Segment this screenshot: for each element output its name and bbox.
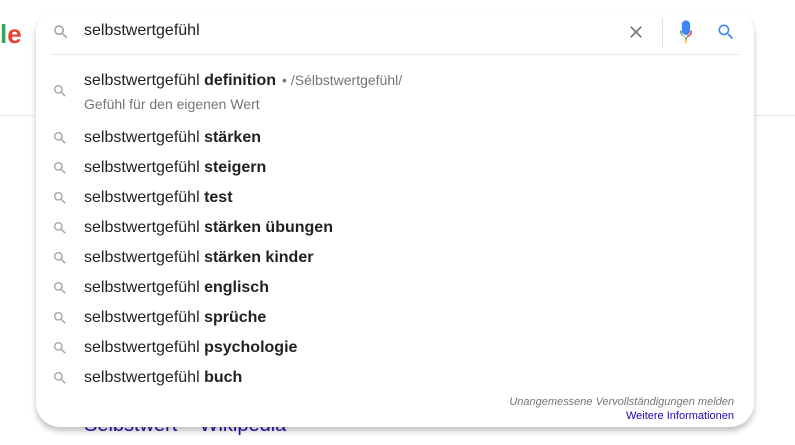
search-submit-icon[interactable] bbox=[716, 22, 736, 42]
suggestion-prefix: selbstwertgefühl bbox=[84, 339, 205, 356]
suggestion-completion: steigern bbox=[204, 159, 267, 176]
search-icon bbox=[54, 312, 66, 324]
suggestion-definition[interactable]: selbstwertgefühl definition • /Sélbstwert… bbox=[36, 65, 754, 121]
search-icon bbox=[54, 252, 66, 264]
suggestion-text: selbstwertgefühl buch bbox=[84, 368, 242, 388]
suggestion-prefix: selbstwertgefühl bbox=[84, 249, 205, 266]
suggestion-completion: englisch bbox=[204, 279, 269, 296]
suggestion-prefix: selbstwertgefühl bbox=[84, 159, 205, 176]
suggestion-text: selbstwertgefühl definition • /Sélbstwert… bbox=[84, 70, 402, 91]
suggestion-prefix: selbstwertgefühl bbox=[84, 219, 205, 236]
suggestion-englisch[interactable]: selbstwertgefühl englisch bbox=[36, 273, 754, 303]
more-info-link[interactable]: Weitere Informationen bbox=[626, 410, 734, 422]
logo-letter-e: e bbox=[7, 19, 22, 49]
suggestion-staerken-uebungen[interactable]: selbstwertgefühl stärken übungen bbox=[36, 213, 754, 243]
suggestion-text: selbstwertgefühl test bbox=[84, 188, 233, 208]
suggestion-staerken-kinder[interactable]: selbstwertgefühl stärken kinder bbox=[36, 243, 754, 273]
search-input[interactable]: selbstwertgefühl bbox=[84, 20, 200, 42]
suggestion-text: selbstwertgefühl stärken übungen bbox=[84, 218, 333, 238]
suggestion-text: selbstwertgefühl psychologie bbox=[84, 338, 297, 358]
suggestion-prefix: selbstwertgefühl bbox=[84, 72, 205, 89]
report-predictions-link[interactable]: Unangemessene Vervollständigungen melden bbox=[509, 396, 734, 408]
suggestion-completion: psychologie bbox=[204, 339, 298, 356]
suggestion-text: selbstwertgefühl steigern bbox=[84, 158, 266, 178]
suggestion-prefix: selbstwertgefühl bbox=[84, 189, 205, 206]
suggestion-staerken[interactable]: selbstwertgefühl stärken bbox=[36, 123, 754, 153]
suggestion-prefix: selbstwertgefühl bbox=[84, 369, 205, 386]
search-icon bbox=[54, 85, 66, 97]
search-icon bbox=[54, 372, 66, 384]
suggestion-completion: stärken kinder bbox=[204, 249, 314, 266]
search-icon bbox=[54, 25, 68, 39]
close-icon[interactable] bbox=[626, 22, 646, 42]
search-divider bbox=[50, 54, 740, 55]
suggestion-text: selbstwertgefühl sprüche bbox=[84, 308, 266, 328]
suggestion-text: selbstwertgefühl stärken kinder bbox=[84, 248, 313, 268]
google-logo-fragment[interactable]: le bbox=[0, 19, 22, 49]
suggestion-completion: buch bbox=[204, 369, 243, 386]
suggestion-test[interactable]: selbstwertgefühl test bbox=[36, 183, 754, 213]
suggestion-completion: sprüche bbox=[204, 309, 267, 326]
suggestion-prefix: selbstwertgefühl bbox=[84, 309, 205, 326]
pronunciation: • /Sélbstwertgefühl/ bbox=[282, 72, 403, 88]
suggestion-text: selbstwertgefühl stärken bbox=[84, 128, 261, 148]
search-icon bbox=[54, 222, 66, 234]
suggestion-buch[interactable]: selbstwertgefühl buch bbox=[36, 363, 754, 393]
suggestion-sprueche[interactable]: selbstwertgefühl sprüche bbox=[36, 303, 754, 333]
search-bar: selbstwertgefühl bbox=[36, 9, 754, 55]
microphone-icon[interactable] bbox=[677, 20, 695, 44]
search-icon bbox=[54, 192, 66, 204]
search-icon bbox=[54, 162, 66, 174]
suggestion-prefix: selbstwertgefühl bbox=[84, 129, 205, 146]
suggestion-completion: stärken übungen bbox=[204, 219, 333, 236]
suggestion-completion: stärken bbox=[204, 129, 261, 146]
suggestion-completion: test bbox=[204, 189, 233, 206]
vertical-divider bbox=[662, 18, 663, 47]
search-autocomplete-dropdown: selbstwertgefühl selbstwertgefühl defini… bbox=[36, 9, 754, 427]
suggestion-completion: definition bbox=[204, 72, 277, 89]
suggestion-text: selbstwertgefühl englisch bbox=[84, 278, 269, 298]
search-icon bbox=[54, 282, 66, 294]
suggestion-psychologie[interactable]: selbstwertgefühl psychologie bbox=[36, 333, 754, 363]
suggestion-subtitle: Gefühl für den eigenen Wert bbox=[84, 96, 260, 112]
search-icon bbox=[54, 342, 66, 354]
suggestion-prefix: selbstwertgefühl bbox=[84, 279, 205, 296]
suggestion-steigern[interactable]: selbstwertgefühl steigern bbox=[36, 153, 754, 183]
search-icon bbox=[54, 132, 66, 144]
